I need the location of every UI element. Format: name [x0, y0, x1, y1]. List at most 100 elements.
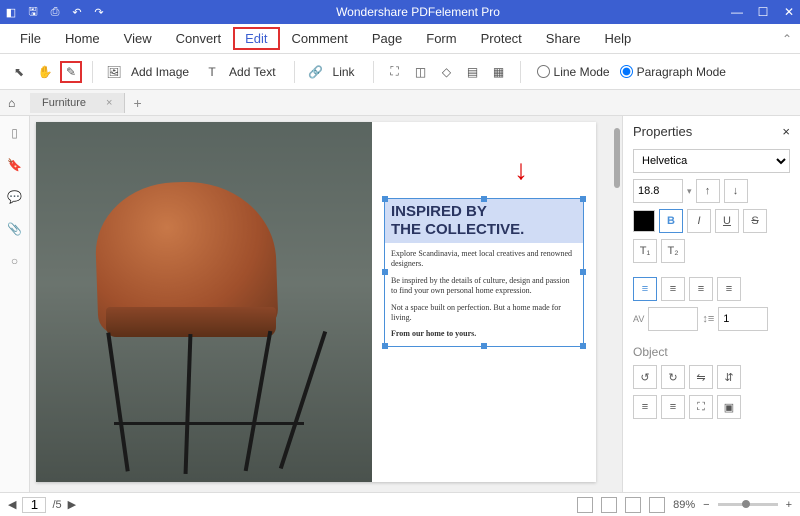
- image-icon[interactable]: 🖼: [103, 61, 125, 83]
- resize-handle[interactable]: [382, 196, 388, 202]
- rotate-right-icon[interactable]: ↻: [661, 365, 685, 389]
- superscript-icon[interactable]: ↑: [696, 179, 720, 203]
- rotate-left-icon[interactable]: ↺: [633, 365, 657, 389]
- menu-view[interactable]: View: [112, 27, 164, 50]
- resize-handle[interactable]: [580, 343, 586, 349]
- menu-edit[interactable]: Edit: [233, 27, 279, 50]
- page-input[interactable]: [22, 497, 46, 513]
- distribute-icon[interactable]: ≡: [661, 395, 685, 419]
- close-panel-icon[interactable]: ×: [782, 124, 790, 139]
- crop-icon[interactable]: ⛶: [384, 61, 406, 83]
- resize-handle[interactable]: [481, 343, 487, 349]
- text-icon[interactable]: T: [201, 61, 223, 83]
- line-height-input[interactable]: [718, 307, 768, 331]
- page-next-icon[interactable]: ▶: [68, 498, 76, 511]
- menu-convert[interactable]: Convert: [164, 27, 234, 50]
- align-obj-icon[interactable]: ≡: [633, 395, 657, 419]
- link-icon[interactable]: 🔗: [305, 61, 327, 83]
- minimize-button[interactable]: —: [730, 5, 744, 19]
- underline-button[interactable]: U: [715, 209, 739, 233]
- menu-comment[interactable]: Comment: [280, 27, 360, 50]
- crop-obj-icon[interactable]: ⛶: [689, 395, 713, 419]
- align-left-icon[interactable]: ≡: [633, 277, 657, 301]
- background-icon[interactable]: ◇: [436, 61, 458, 83]
- scrollbar-thumb[interactable]: [614, 128, 620, 188]
- align-center-icon[interactable]: ≡: [661, 277, 685, 301]
- resize-handle[interactable]: [481, 196, 487, 202]
- document-tab[interactable]: Furniture ×: [30, 93, 125, 113]
- selected-text-box[interactable]: INSPIRED BY THE COLLECTIVE. Explore Scan…: [384, 198, 584, 347]
- hand-tool-icon[interactable]: ✋: [34, 61, 56, 83]
- separator: [92, 61, 93, 83]
- pdf-page: ↓ INSPIRED BY THE COLLECTIVE. Explore Sc…: [36, 122, 596, 482]
- page-prev-icon[interactable]: ◀: [8, 498, 16, 511]
- edit-toolbar: ⬉ ✋ ✎ 🖼 Add Image T Add Text 🔗 Link ⛶ ◫ …: [0, 54, 800, 90]
- undo-icon[interactable]: ↶: [70, 5, 84, 19]
- text-para[interactable]: Be inspired by the details of culture, d…: [385, 270, 583, 297]
- color-swatch[interactable]: [633, 210, 655, 232]
- header-footer-icon[interactable]: ▤: [462, 61, 484, 83]
- text-para[interactable]: Explore Scandinavia, meet local creative…: [385, 243, 583, 270]
- comments-icon[interactable]: 💬: [6, 188, 24, 206]
- menu-help[interactable]: Help: [593, 27, 644, 50]
- strikethrough-button[interactable]: S: [743, 209, 767, 233]
- watermark-icon[interactable]: ◫: [410, 61, 432, 83]
- view-continuous-icon[interactable]: [601, 497, 617, 513]
- align-right-icon[interactable]: ≡: [689, 277, 713, 301]
- bates-icon[interactable]: ▦: [488, 61, 510, 83]
- search-icon[interactable]: ○: [6, 252, 24, 270]
- char-spacing-input[interactable]: [648, 307, 698, 331]
- collapse-ribbon-icon[interactable]: ⌃: [782, 32, 792, 46]
- resize-handle[interactable]: [580, 196, 586, 202]
- resize-handle[interactable]: [382, 269, 388, 275]
- view-facing-icon[interactable]: [625, 497, 641, 513]
- resize-handle[interactable]: [580, 269, 586, 275]
- paragraph-mode-radio[interactable]: Paragraph Mode: [620, 65, 726, 79]
- add-text-button[interactable]: Add Text: [229, 65, 275, 79]
- redo-icon[interactable]: ↷: [92, 5, 106, 19]
- menu-share[interactable]: Share: [534, 27, 593, 50]
- line-mode-radio[interactable]: Line Mode: [537, 65, 610, 79]
- status-bar: ◀ /5 ▶ 89% − +: [0, 492, 800, 516]
- font-size-input[interactable]: [633, 179, 683, 203]
- flip-horizontal-icon[interactable]: ⇋: [689, 365, 713, 389]
- view-single-icon[interactable]: [577, 497, 593, 513]
- menu-file[interactable]: File: [8, 27, 53, 50]
- zoom-in-icon[interactable]: +: [786, 499, 792, 511]
- bookmarks-icon[interactable]: 🔖: [6, 156, 24, 174]
- print-icon[interactable]: ⎙: [48, 5, 62, 19]
- subscript-icon[interactable]: ↓: [724, 179, 748, 203]
- tab-close-icon[interactable]: ×: [106, 97, 112, 109]
- edit-text-tool-icon[interactable]: ✎: [60, 61, 82, 83]
- menu-home[interactable]: Home: [53, 27, 112, 50]
- italic-button[interactable]: I: [687, 209, 711, 233]
- app-icon: ◧: [4, 5, 18, 19]
- save-icon[interactable]: 🖫: [26, 5, 40, 19]
- extract-icon[interactable]: ▣: [717, 395, 741, 419]
- menu-protect[interactable]: Protect: [469, 27, 534, 50]
- t2-button[interactable]: T₂: [661, 239, 685, 263]
- maximize-button[interactable]: ☐: [756, 5, 770, 19]
- resize-handle[interactable]: [382, 343, 388, 349]
- document-canvas[interactable]: ↓ INSPIRED BY THE COLLECTIVE. Explore Sc…: [30, 116, 622, 492]
- font-family-select[interactable]: Helvetica: [633, 149, 790, 173]
- select-tool-icon[interactable]: ⬉: [8, 61, 30, 83]
- close-button[interactable]: ✕: [782, 5, 796, 19]
- attachments-icon[interactable]: 📎: [6, 220, 24, 238]
- menu-form[interactable]: Form: [414, 27, 468, 50]
- menu-page[interactable]: Page: [360, 27, 414, 50]
- view-grid-icon[interactable]: [649, 497, 665, 513]
- bold-button[interactable]: B: [659, 209, 683, 233]
- home-icon[interactable]: ⌂: [8, 96, 15, 110]
- zoom-slider[interactable]: [718, 503, 778, 506]
- text-heading[interactable]: INSPIRED BY THE COLLECTIVE.: [385, 199, 583, 243]
- thumbnails-icon[interactable]: ▯: [6, 124, 24, 142]
- align-justify-icon[interactable]: ≡: [717, 277, 741, 301]
- text-para[interactable]: Not a space built on perfection. But a h…: [385, 297, 583, 324]
- zoom-out-icon[interactable]: −: [703, 499, 709, 511]
- link-button[interactable]: Link: [333, 65, 355, 79]
- flip-vertical-icon[interactable]: ⇵: [717, 365, 741, 389]
- add-image-button[interactable]: Add Image: [131, 65, 189, 79]
- new-tab-button[interactable]: +: [133, 95, 141, 111]
- t1-button[interactable]: T₁: [633, 239, 657, 263]
